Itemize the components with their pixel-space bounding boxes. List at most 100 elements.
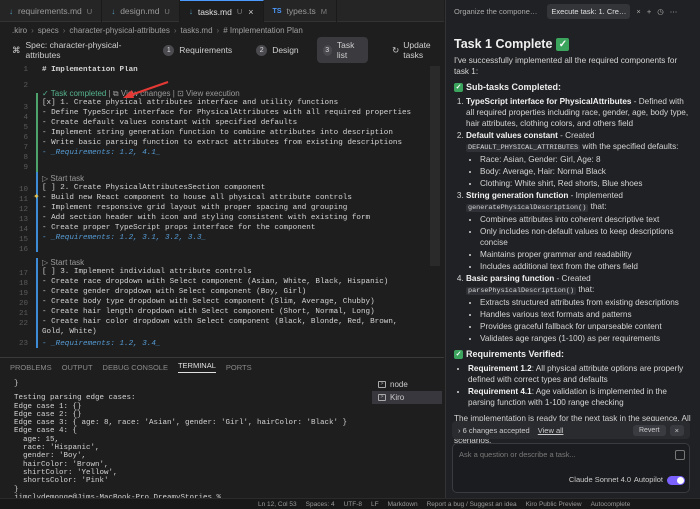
verified-list: Requirement 1.2: All physical attribute … [454,363,694,408]
chat-tabs: Organize the compone… Execute task: 1. C… [446,0,700,22]
breadcrumb-item[interactable]: tasks.md [181,26,213,35]
encoding[interactable]: UTF-8 [344,501,362,508]
task-completed-label: Task completed [50,89,107,98]
indentation[interactable]: Spaces: 4 [306,501,335,508]
terminal-icon: > [378,394,386,401]
tab-output[interactable]: OUTPUT [62,363,93,372]
tab-tasks[interactable]: ↓ tasks.md U × [179,0,264,22]
tab-problems[interactable]: PROBLEMS [10,363,52,372]
chat-input-placeholder: Ask a question or describe a task... [459,450,576,459]
panel-tabs: PROBLEMS OUTPUT DEBUG CONSOLE TERMINAL P… [0,358,444,376]
terminal-output[interactable]: } Testing parsing edge cases: Edge case 1:… [14,380,364,502]
code-line: - Implement string generation function t… [42,129,393,137]
model-selector[interactable]: Claude Sonnet 4.0 [569,475,631,484]
changes-bar: › 6 changes accepted View all Revert × [452,421,690,439]
start-task-codelens[interactable]: ▷ Start task [42,258,84,267]
tab-design[interactable]: ↓ design.md U [102,0,180,22]
breadcrumb-item[interactable]: .kiro [12,26,27,35]
code-line: - Create race dropdown with Select compo… [42,278,389,286]
execution-icon: ⊡ [177,89,184,98]
terminal-item-kiro[interactable]: > Kiro [372,391,442,404]
revert-button[interactable]: Revert [632,424,666,436]
autopilot-label: Autopilot [633,475,663,484]
chat-tab[interactable]: Organize the compone… [450,4,541,19]
start-task-codelens[interactable]: ▷ Start task [42,174,84,183]
markdown-file-icon: ↓ [9,6,13,16]
editor-tabs: ↓ requirements.md U ↓ design.md U ↓ task… [0,0,444,22]
subtasks-heading: ✓ Sub-tasks Completed: [454,82,562,93]
chevron-right-icon: › [62,25,66,35]
code-line: - Create hair color dropdown with Select… [42,318,398,326]
spec-icon: ⌘ [12,44,21,55]
spec-title: ⌘ Spec: character-physical-attributes [12,40,122,60]
tab-types[interactable]: TS types.ts M [264,0,338,22]
breadcrumb-item[interactable]: # Implementation Plan [223,26,303,35]
line-ending[interactable]: LF [371,501,379,508]
more-icon[interactable]: ⋯ [670,7,678,16]
add-icon[interactable]: + [647,7,651,16]
list-item: Body: Average, Hair: Normal Black [480,166,694,177]
code-line: - Add section header with icon and styli… [42,214,371,222]
list-item: String generation function - Implemented… [466,190,694,272]
check-icon: ✓ [42,89,49,98]
code-heading: # Implementation Plan [42,66,138,74]
list-item: Extracts structured attributes from exis… [480,297,694,308]
typescript-file-icon: TS [272,7,282,15]
check-icon: ✓ [454,83,463,93]
step-design[interactable]: 2 Design [250,42,304,59]
view-execution-link[interactable]: ⊡ View execution [177,89,240,98]
code-line: - Implement responsive grid layout with … [42,204,348,212]
chat-tab-active[interactable]: Execute task: 1. Cre… [547,3,631,19]
list-item: TypeScript interface for PhysicalAttribu… [466,96,694,129]
requirements-line: - _Requirements: 1.2, 3.4_ [42,340,161,348]
breadcrumb-item[interactable]: character-physical-attributes [69,26,169,35]
history-icon[interactable]: ◷ [657,7,664,16]
dismiss-button[interactable]: × [669,424,684,436]
tab-terminal[interactable]: TERMINAL [177,361,216,373]
list-item: Basic parsing function - Created parsePh… [466,273,694,344]
autopilot-toggle[interactable] [667,476,685,485]
code-line: [x] 1. Create physical attributes interf… [42,99,339,107]
chevron-right-icon: › [216,25,220,35]
spec-toolbar: ⌘ Spec: character-physical-attributes 1 … [0,37,444,63]
language-mode[interactable]: Markdown [388,501,418,508]
check-icon: ✓ [454,350,463,360]
list-item: Validates age ranges (1-100) as per requ… [480,333,694,344]
tab-debug-console[interactable]: DEBUG CONSOLE [103,363,168,372]
code-line: - Create hair length dropdown with Selec… [42,308,375,316]
cursor-position[interactable]: Ln 12, Col 53 [258,501,297,508]
close-icon[interactable]: × [248,7,253,17]
send-icon[interactable] [675,450,685,460]
tab-requirements[interactable]: ↓ requirements.md U [0,0,103,22]
autocomplete-toggle[interactable]: Autocomplete [591,501,631,508]
changes-label: 6 changes accepted [462,425,530,435]
terminal-item-node[interactable]: > node [372,378,442,391]
chevron-right-icon: › [31,25,34,35]
report-bug-link[interactable]: Report a bug / Suggest an idea [427,501,517,508]
update-tasks-button[interactable]: ↻ Update tasks [392,40,444,60]
chevron-right-icon: › [173,25,177,35]
breadcrumb: .kiro › specs › character-physical-attribu… [0,22,444,38]
chevron-right-icon[interactable]: › [458,426,461,435]
chat-input[interactable]: Ask a question or describe a task... Cla… [452,443,690,493]
terminal-icon: > [378,381,386,388]
step-requirements[interactable]: 1 Requirements [157,42,238,59]
task-guide [36,258,38,348]
code-line: Gold, White) [42,328,97,336]
completed-task-guide [36,93,38,183]
list-item: Only includes non-default values to keep… [480,226,694,248]
code-editor[interactable]: 1 2 3 4 5 6 7 8 9 10 11 12 13 14 15 16 1… [0,66,444,354]
list-item: Requirement 1.2: All physical attribute … [468,363,694,385]
subtask-list: TypeScript interface for PhysicalAttribu… [454,96,694,344]
breadcrumb-item[interactable]: specs [38,26,59,35]
list-item: Handles various text formats and pattern… [480,309,694,320]
close-icon[interactable]: × [636,7,640,16]
minimap[interactable] [430,66,440,266]
annotation-arrow [123,80,169,98]
diff-icon: ⧉ [112,89,119,98]
lightbulb-icon[interactable]: ✦ [33,192,40,201]
tab-ports[interactable]: PORTS [226,363,252,372]
code-line: [ ] 2. Create PhysicalAttributesSection … [42,184,266,192]
step-task-list[interactable]: 3 Task list [316,37,369,63]
view-all-link[interactable]: View all [538,426,564,435]
